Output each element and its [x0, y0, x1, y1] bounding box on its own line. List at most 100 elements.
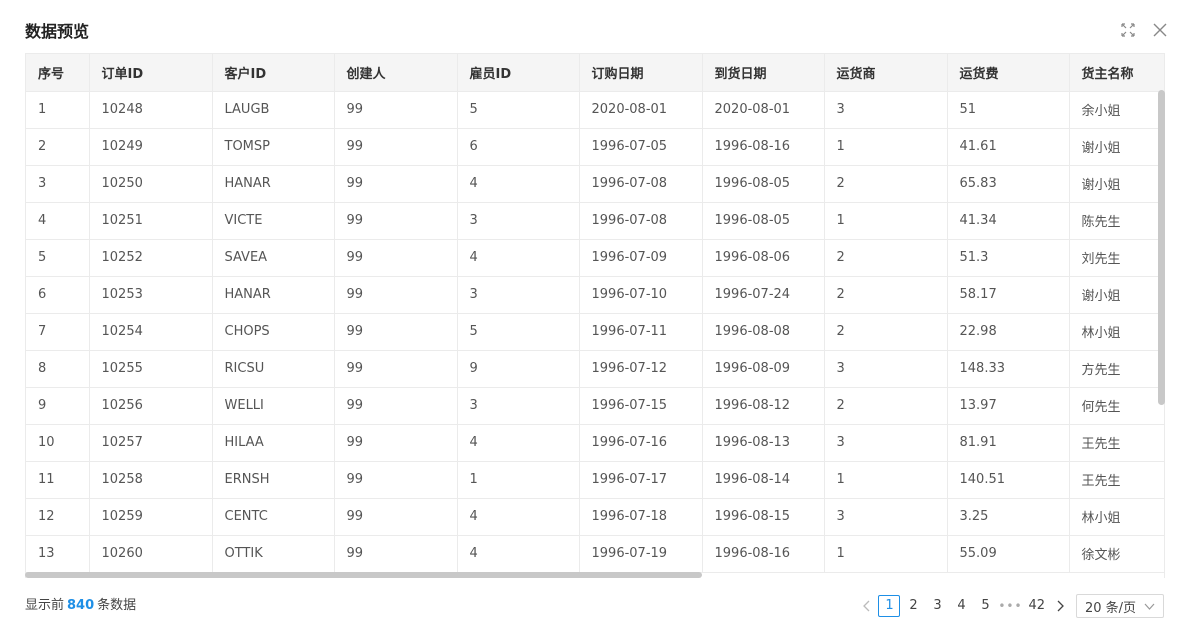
- table-row[interactable]: 5 10252 SAVEA 99 4 1996-07-09 1996-08-06 2 51.3 刘…: [26, 239, 1164, 277]
- table-row[interactable]: 3 10250 HANAR 99 4 1996-07-08 1996-08-05 2 65.83…: [26, 165, 1164, 203]
- column-header[interactable]: 运货商: [824, 54, 948, 92]
- table-cell: 10: [26, 424, 90, 462]
- table-row[interactable]: 13 10260 OTTIK 99 4 1996-07-19 1996-08-16 1 55.0…: [26, 535, 1164, 573]
- page-item[interactable]: 1: [878, 595, 901, 617]
- table-cell: 58.17: [947, 276, 1070, 314]
- table-header-row: 序号 订单ID 客户ID 创建人 雇员ID 订购日期 到货日期 运货商 运货费 货主名称: [26, 54, 1164, 92]
- page-item-last[interactable]: 42: [1024, 595, 1049, 617]
- table-cell: 1: [824, 202, 948, 240]
- table-cell: OTTIK: [212, 535, 335, 573]
- column-header[interactable]: 客户ID: [212, 54, 335, 92]
- column-header[interactable]: 订单ID: [89, 54, 213, 92]
- table-cell: 4: [26, 202, 90, 240]
- table-cell: 13: [26, 535, 90, 573]
- column-header[interactable]: 序号: [26, 54, 90, 92]
- table-cell: 10255: [89, 350, 213, 388]
- table-cell: 4: [457, 535, 580, 573]
- page-size-select[interactable]: 20 条/页: [1076, 594, 1164, 618]
- table-cell: 1996-07-18: [579, 498, 703, 536]
- table-cell: 1996-08-12: [702, 387, 825, 425]
- summary-suffix: 条数据: [97, 598, 137, 613]
- table-cell: 1996-07-08: [579, 202, 703, 240]
- table-cell: 3: [457, 387, 580, 425]
- table-cell: 1996-07-15: [579, 387, 703, 425]
- column-header[interactable]: 到货日期: [702, 54, 825, 92]
- table-cell: 3.25: [947, 498, 1070, 536]
- table-cell: 3: [824, 498, 948, 536]
- table-row[interactable]: 9 10256 WELLI 99 3 1996-07-15 1996-08-12 2 13.97…: [26, 387, 1164, 425]
- page-size-value: 20 条/页: [1085, 600, 1137, 616]
- table-cell: 林小姐: [1069, 498, 1164, 536]
- pagination: 12345 ••• 42 20 条/页: [857, 594, 1164, 618]
- table-cell: 1996-08-05: [702, 165, 825, 203]
- table-cell: 2: [824, 276, 948, 314]
- column-header[interactable]: 运货费: [947, 54, 1070, 92]
- table-cell: 1996-07-10: [579, 276, 703, 314]
- chevron-right-icon: [1057, 600, 1064, 612]
- table-cell: 谢小姐: [1069, 165, 1164, 203]
- data-table-container[interactable]: 序号 订单ID 客户ID 创建人 雇员ID 订购日期 到货日期 运货商 运货费 货主名称 1 102…: [25, 53, 1165, 578]
- table-cell: CHOPS: [212, 313, 335, 351]
- column-header[interactable]: 订购日期: [579, 54, 703, 92]
- horizontal-scrollbar[interactable]: [25, 572, 702, 578]
- table-cell: 55.09: [947, 535, 1070, 573]
- dialog-footer: 显示前 840 条数据 12345 ••• 42 20 条/页: [0, 592, 1190, 620]
- table-cell: 13.97: [947, 387, 1070, 425]
- table-cell: 3: [26, 165, 90, 203]
- table-cell: 王先生: [1069, 461, 1164, 499]
- table-cell: 3: [457, 276, 580, 314]
- table-cell: 99: [334, 91, 458, 129]
- page-item[interactable]: 2: [902, 595, 924, 617]
- table-cell: 99: [334, 350, 458, 388]
- table-cell: 2020-08-01: [579, 91, 703, 129]
- table-cell: 1996-07-12: [579, 350, 703, 388]
- table-cell: 3: [824, 350, 948, 388]
- close-icon[interactable]: [1152, 22, 1168, 38]
- column-header[interactable]: 创建人: [334, 54, 458, 92]
- data-table: 序号 订单ID 客户ID 创建人 雇员ID 订购日期 到货日期 运货商 运货费 货主名称 1 102…: [26, 54, 1164, 573]
- table-cell: 10250: [89, 165, 213, 203]
- table-row[interactable]: 4 10251 VICTE 99 3 1996-07-08 1996-08-05 1 41.34…: [26, 202, 1164, 240]
- page-item[interactable]: 4: [950, 595, 972, 617]
- table-row[interactable]: 6 10253 HANAR 99 3 1996-07-10 1996-07-24 2 58.17…: [26, 276, 1164, 314]
- table-cell: 1996-08-05: [702, 202, 825, 240]
- next-page-button[interactable]: [1050, 595, 1070, 617]
- table-row[interactable]: 8 10255 RICSU 99 9 1996-07-12 1996-08-09 3 148.3…: [26, 350, 1164, 388]
- table-cell: LAUGB: [212, 91, 335, 129]
- table-cell: 10253: [89, 276, 213, 314]
- table-row[interactable]: 10 10257 HILAA 99 4 1996-07-16 1996-08-13 3 81.9…: [26, 424, 1164, 462]
- column-header[interactable]: 货主名称: [1069, 54, 1164, 92]
- table-cell: HANAR: [212, 165, 335, 203]
- table-cell: 1996-08-15: [702, 498, 825, 536]
- table-row[interactable]: 11 10258 ERNSH 99 1 1996-07-17 1996-08-14 1 140.…: [26, 461, 1164, 499]
- table-cell: 10260: [89, 535, 213, 573]
- table-cell: 140.51: [947, 461, 1070, 499]
- page-list: 12345: [877, 595, 997, 617]
- vertical-scrollbar[interactable]: [1158, 90, 1165, 405]
- table-cell: 1996-08-16: [702, 128, 825, 166]
- table-cell: 2: [824, 239, 948, 277]
- table-cell: 2: [824, 165, 948, 203]
- fullscreen-icon[interactable]: [1120, 22, 1136, 38]
- table-cell: 1: [457, 461, 580, 499]
- table-row[interactable]: 1 10248 LAUGB 99 5 2020-08-01 2020-08-01 3 51 余小姐: [26, 91, 1164, 129]
- column-header[interactable]: 雇员ID: [457, 54, 580, 92]
- table-row[interactable]: 12 10259 CENTC 99 4 1996-07-18 1996-08-15 3 3.25…: [26, 498, 1164, 536]
- table-cell: 6: [26, 276, 90, 314]
- table-row[interactable]: 2 10249 TOMSP 99 6 1996-07-05 1996-08-16 1 41.61…: [26, 128, 1164, 166]
- page-item[interactable]: 3: [926, 595, 948, 617]
- page-item[interactable]: 5: [974, 595, 996, 617]
- table-row[interactable]: 7 10254 CHOPS 99 5 1996-07-11 1996-08-08 2 22.98…: [26, 313, 1164, 351]
- page-ellipsis[interactable]: •••: [997, 599, 1023, 613]
- table-cell: 徐文彬: [1069, 535, 1164, 573]
- table-cell: 何先生: [1069, 387, 1164, 425]
- summary-count: 840: [67, 598, 95, 613]
- table-cell: 1996-07-08: [579, 165, 703, 203]
- table-cell: 99: [334, 276, 458, 314]
- prev-page-button[interactable]: [857, 595, 877, 617]
- table-cell: 1996-07-05: [579, 128, 703, 166]
- table-body: 1 10248 LAUGB 99 5 2020-08-01 2020-08-01 3 51 余小姐…: [26, 91, 1164, 573]
- table-cell: 2020-08-01: [702, 91, 825, 129]
- table-cell: 10249: [89, 128, 213, 166]
- table-cell: VICTE: [212, 202, 335, 240]
